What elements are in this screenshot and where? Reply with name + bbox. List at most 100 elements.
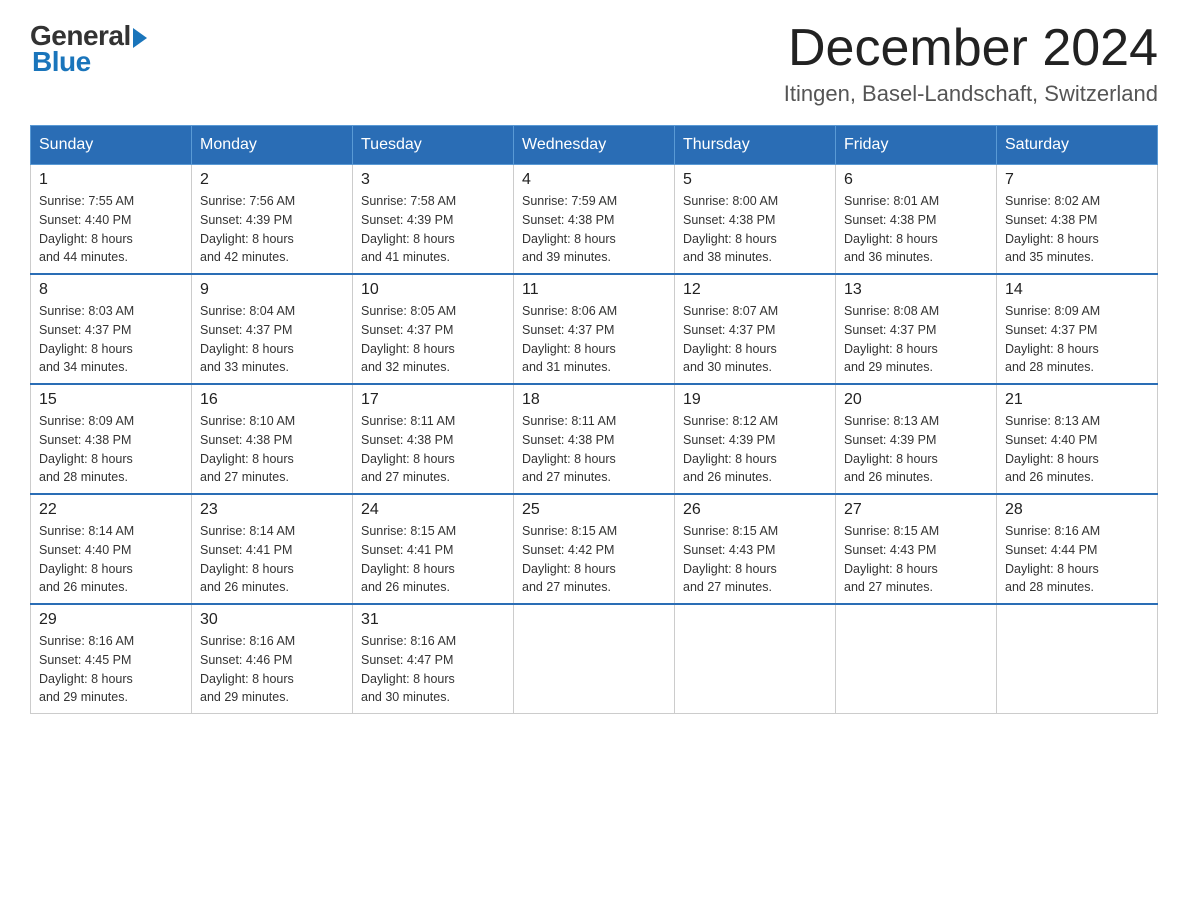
calendar-cell: 11 Sunrise: 8:06 AMSunset: 4:37 PMDayligh… xyxy=(514,274,675,384)
calendar-cell: 9 Sunrise: 8:04 AMSunset: 4:37 PMDaylight… xyxy=(192,274,353,384)
page-subtitle: Itingen, Basel-Landschaft, Switzerland xyxy=(784,81,1158,107)
day-number: 12 xyxy=(683,281,827,299)
calendar-cell: 6Sunrise: 8:01 AMSunset: 4:38 PMDaylight… xyxy=(836,165,997,275)
day-number: 22 xyxy=(39,501,183,519)
col-header-friday: Friday xyxy=(836,126,997,165)
day-number: 4 xyxy=(522,171,666,189)
col-header-sunday: Sunday xyxy=(31,126,192,165)
day-info: Sunrise: 8:15 AMSunset: 4:41 PMDaylight:… xyxy=(361,522,505,597)
day-number: 10 xyxy=(361,281,505,299)
calendar-cell: 4 Sunrise: 7:59 AMSunset: 4:38 PMDaylight… xyxy=(514,165,675,275)
page-title: December 2024 xyxy=(784,20,1158,77)
calendar-cell: 22 Sunrise: 8:14 AMSunset: 4:40 PMDayligh… xyxy=(31,494,192,604)
calendar-cell: 21 Sunrise: 8:13 AMSunset: 4:40 PMDayligh… xyxy=(997,384,1158,494)
calendar-cell xyxy=(997,604,1158,714)
day-info: Sunrise: 8:12 AMSunset: 4:39 PMDaylight:… xyxy=(683,412,827,487)
day-number: 8 xyxy=(39,281,183,299)
calendar-cell: 28 Sunrise: 8:16 AMSunset: 4:44 PMDayligh… xyxy=(997,494,1158,604)
day-info: Sunrise: 7:58 AMSunset: 4:39 PMDaylight:… xyxy=(361,192,505,267)
day-number: 15 xyxy=(39,391,183,409)
week-row-5: 29 Sunrise: 8:16 AMSunset: 4:45 PMDayligh… xyxy=(31,604,1158,714)
calendar-cell: 26 Sunrise: 8:15 AMSunset: 4:43 PMDayligh… xyxy=(675,494,836,604)
calendar-header-row: SundayMondayTuesdayWednesdayThursdayFrid… xyxy=(31,126,1158,165)
day-info: Sunrise: 8:16 AMSunset: 4:45 PMDaylight:… xyxy=(39,632,183,707)
day-number: 2 xyxy=(200,171,344,189)
logo-text-blue: Blue xyxy=(30,46,91,78)
calendar-cell: 13Sunrise: 8:08 AMSunset: 4:37 PMDayligh… xyxy=(836,274,997,384)
calendar-cell: 2 Sunrise: 7:56 AMSunset: 4:39 PMDaylight… xyxy=(192,165,353,275)
col-header-wednesday: Wednesday xyxy=(514,126,675,165)
day-info: Sunrise: 8:09 AMSunset: 4:37 PMDaylight:… xyxy=(1005,302,1149,377)
page-header: General Blue December 2024 Itingen, Base… xyxy=(30,20,1158,107)
day-info: Sunrise: 7:59 AMSunset: 4:38 PMDaylight:… xyxy=(522,192,666,267)
day-info: Sunrise: 7:55 AMSunset: 4:40 PMDaylight:… xyxy=(39,192,183,267)
title-section: December 2024 Itingen, Basel-Landschaft,… xyxy=(784,20,1158,107)
day-number: 6 xyxy=(844,171,988,189)
day-number: 1 xyxy=(39,171,183,189)
day-number: 18 xyxy=(522,391,666,409)
calendar-cell: 25 Sunrise: 8:15 AMSunset: 4:42 PMDayligh… xyxy=(514,494,675,604)
day-number: 28 xyxy=(1005,501,1149,519)
calendar-cell: 14 Sunrise: 8:09 AMSunset: 4:37 PMDayligh… xyxy=(997,274,1158,384)
day-number: 13 xyxy=(844,281,988,299)
calendar-cell: 12 Sunrise: 8:07 AMSunset: 4:37 PMDayligh… xyxy=(675,274,836,384)
calendar-cell: 31 Sunrise: 8:16 AMSunset: 4:47 PMDayligh… xyxy=(353,604,514,714)
day-info: Sunrise: 8:02 AMSunset: 4:38 PMDaylight:… xyxy=(1005,192,1149,267)
day-number: 31 xyxy=(361,611,505,629)
calendar-cell xyxy=(514,604,675,714)
day-info: Sunrise: 8:07 AMSunset: 4:37 PMDaylight:… xyxy=(683,302,827,377)
day-number: 19 xyxy=(683,391,827,409)
calendar-cell: 20 Sunrise: 8:13 AMSunset: 4:39 PMDayligh… xyxy=(836,384,997,494)
day-info: Sunrise: 8:16 AMSunset: 4:46 PMDaylight:… xyxy=(200,632,344,707)
calendar-cell: 10Sunrise: 8:05 AMSunset: 4:37 PMDayligh… xyxy=(353,274,514,384)
calendar-cell: 1 Sunrise: 7:55 AMSunset: 4:40 PMDaylight… xyxy=(31,165,192,275)
calendar-cell xyxy=(836,604,997,714)
col-header-saturday: Saturday xyxy=(997,126,1158,165)
calendar-cell: 23Sunrise: 8:14 AMSunset: 4:41 PMDayligh… xyxy=(192,494,353,604)
calendar-cell: 19 Sunrise: 8:12 AMSunset: 4:39 PMDayligh… xyxy=(675,384,836,494)
day-number: 21 xyxy=(1005,391,1149,409)
day-number: 7 xyxy=(1005,171,1149,189)
day-number: 3 xyxy=(361,171,505,189)
day-info: Sunrise: 8:15 AMSunset: 4:43 PMDaylight:… xyxy=(683,522,827,597)
day-number: 20 xyxy=(844,391,988,409)
week-row-4: 22 Sunrise: 8:14 AMSunset: 4:40 PMDayligh… xyxy=(31,494,1158,604)
day-info: Sunrise: 8:13 AMSunset: 4:39 PMDaylight:… xyxy=(844,412,988,487)
calendar-cell: 24 Sunrise: 8:15 AMSunset: 4:41 PMDayligh… xyxy=(353,494,514,604)
day-number: 5 xyxy=(683,171,827,189)
calendar-cell: 8 Sunrise: 8:03 AMSunset: 4:37 PMDaylight… xyxy=(31,274,192,384)
day-info: Sunrise: 8:09 AMSunset: 4:38 PMDaylight:… xyxy=(39,412,183,487)
day-info: Sunrise: 8:16 AMSunset: 4:47 PMDaylight:… xyxy=(361,632,505,707)
calendar-cell: 16 Sunrise: 8:10 AMSunset: 4:38 PMDayligh… xyxy=(192,384,353,494)
day-info: Sunrise: 8:14 AMSunset: 4:40 PMDaylight:… xyxy=(39,522,183,597)
day-info: Sunrise: 8:06 AMSunset: 4:37 PMDaylight:… xyxy=(522,302,666,377)
day-number: 17 xyxy=(361,391,505,409)
day-number: 14 xyxy=(1005,281,1149,299)
day-info: Sunrise: 8:00 AMSunset: 4:38 PMDaylight:… xyxy=(683,192,827,267)
day-info: Sunrise: 8:04 AMSunset: 4:37 PMDaylight:… xyxy=(200,302,344,377)
calendar-cell xyxy=(675,604,836,714)
day-number: 9 xyxy=(200,281,344,299)
day-number: 26 xyxy=(683,501,827,519)
day-info: Sunrise: 8:13 AMSunset: 4:40 PMDaylight:… xyxy=(1005,412,1149,487)
calendar-cell: 3 Sunrise: 7:58 AMSunset: 4:39 PMDaylight… xyxy=(353,165,514,275)
col-header-monday: Monday xyxy=(192,126,353,165)
calendar-cell: 29 Sunrise: 8:16 AMSunset: 4:45 PMDayligh… xyxy=(31,604,192,714)
day-number: 24 xyxy=(361,501,505,519)
calendar-cell: 15 Sunrise: 8:09 AMSunset: 4:38 PMDayligh… xyxy=(31,384,192,494)
logo-triangle-icon xyxy=(133,28,147,48)
day-number: 29 xyxy=(39,611,183,629)
week-row-3: 15 Sunrise: 8:09 AMSunset: 4:38 PMDayligh… xyxy=(31,384,1158,494)
calendar-cell: 30Sunrise: 8:16 AMSunset: 4:46 PMDayligh… xyxy=(192,604,353,714)
day-number: 16 xyxy=(200,391,344,409)
day-number: 25 xyxy=(522,501,666,519)
day-info: Sunrise: 8:16 AMSunset: 4:44 PMDaylight:… xyxy=(1005,522,1149,597)
day-info: Sunrise: 8:15 AMSunset: 4:43 PMDaylight:… xyxy=(844,522,988,597)
day-info: Sunrise: 8:15 AMSunset: 4:42 PMDaylight:… xyxy=(522,522,666,597)
day-number: 11 xyxy=(522,281,666,299)
day-info: Sunrise: 8:03 AMSunset: 4:37 PMDaylight:… xyxy=(39,302,183,377)
day-info: Sunrise: 8:11 AMSunset: 4:38 PMDaylight:… xyxy=(522,412,666,487)
day-info: Sunrise: 8:10 AMSunset: 4:38 PMDaylight:… xyxy=(200,412,344,487)
day-info: Sunrise: 7:56 AMSunset: 4:39 PMDaylight:… xyxy=(200,192,344,267)
calendar-table: SundayMondayTuesdayWednesdayThursdayFrid… xyxy=(30,125,1158,714)
